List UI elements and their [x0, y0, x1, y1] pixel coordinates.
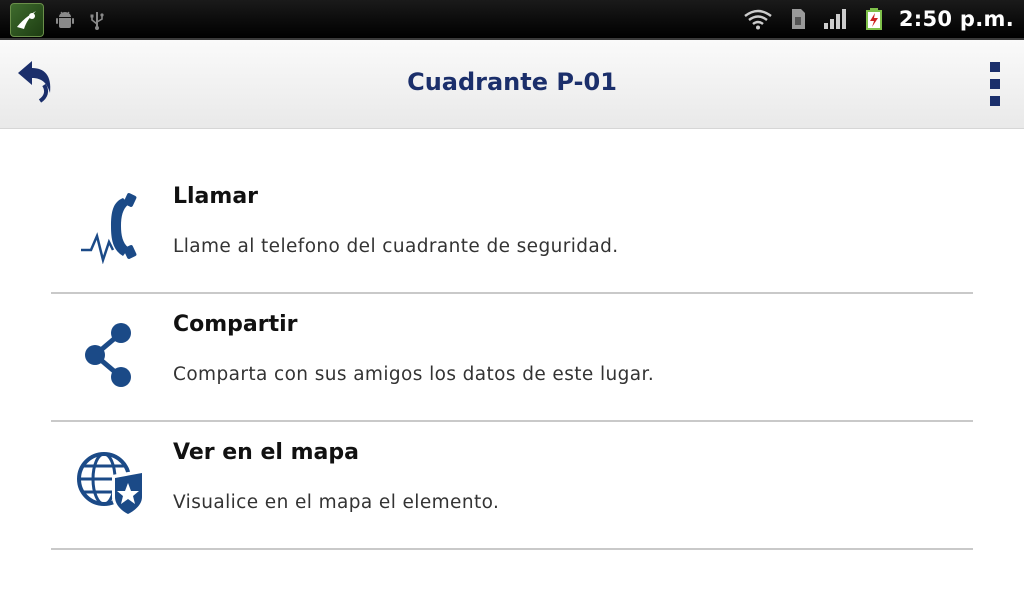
item-title: Ver en el mapa	[173, 440, 359, 465]
options-list: Llamar Llame al telefono del cuadrante d…	[51, 166, 973, 550]
list-item-ver-en-el-mapa[interactable]: Ver en el mapa Visualice en el mapa el e…	[51, 422, 973, 550]
battery-charging-icon	[863, 8, 885, 30]
item-description: Llame al telefono del cuadrante de segur…	[173, 236, 619, 257]
list-item-compartir[interactable]: Compartir Comparta con sus amigos los da…	[51, 294, 973, 422]
overflow-menu-icon	[990, 96, 1000, 106]
back-button[interactable]	[12, 60, 56, 106]
globe-shield-icon	[75, 448, 147, 520]
item-description: Comparta con sus amigos los datos de est…	[173, 364, 655, 385]
item-description: Visualice en el mapa el elemento.	[173, 492, 500, 513]
overflow-menu-icon	[990, 79, 1000, 89]
status-clock: 2:50 p.m.	[898, 7, 1014, 31]
status-bar: 2:50 p.m.	[0, 0, 1024, 40]
page-title: Cuadrante P-01	[407, 68, 617, 96]
android-debug-icon	[54, 9, 76, 31]
action-bar: Cuadrante P-01	[0, 40, 1024, 129]
item-title: Llamar	[173, 184, 259, 209]
overflow-menu-icon	[990, 62, 1000, 72]
phone-call-icon	[75, 192, 147, 264]
wifi-icon	[743, 8, 773, 30]
back-arrow-icon	[14, 59, 54, 107]
usb-icon	[86, 9, 108, 31]
sim-card-icon	[787, 8, 809, 30]
list-item-llamar[interactable]: Llamar Llame al telefono del cuadrante d…	[51, 166, 973, 294]
overflow-menu-button[interactable]	[980, 62, 1010, 106]
item-title: Compartir	[173, 312, 298, 337]
app-launcher-icon[interactable]	[10, 3, 44, 37]
signal-strength-icon	[823, 8, 849, 30]
share-icon	[75, 320, 147, 392]
